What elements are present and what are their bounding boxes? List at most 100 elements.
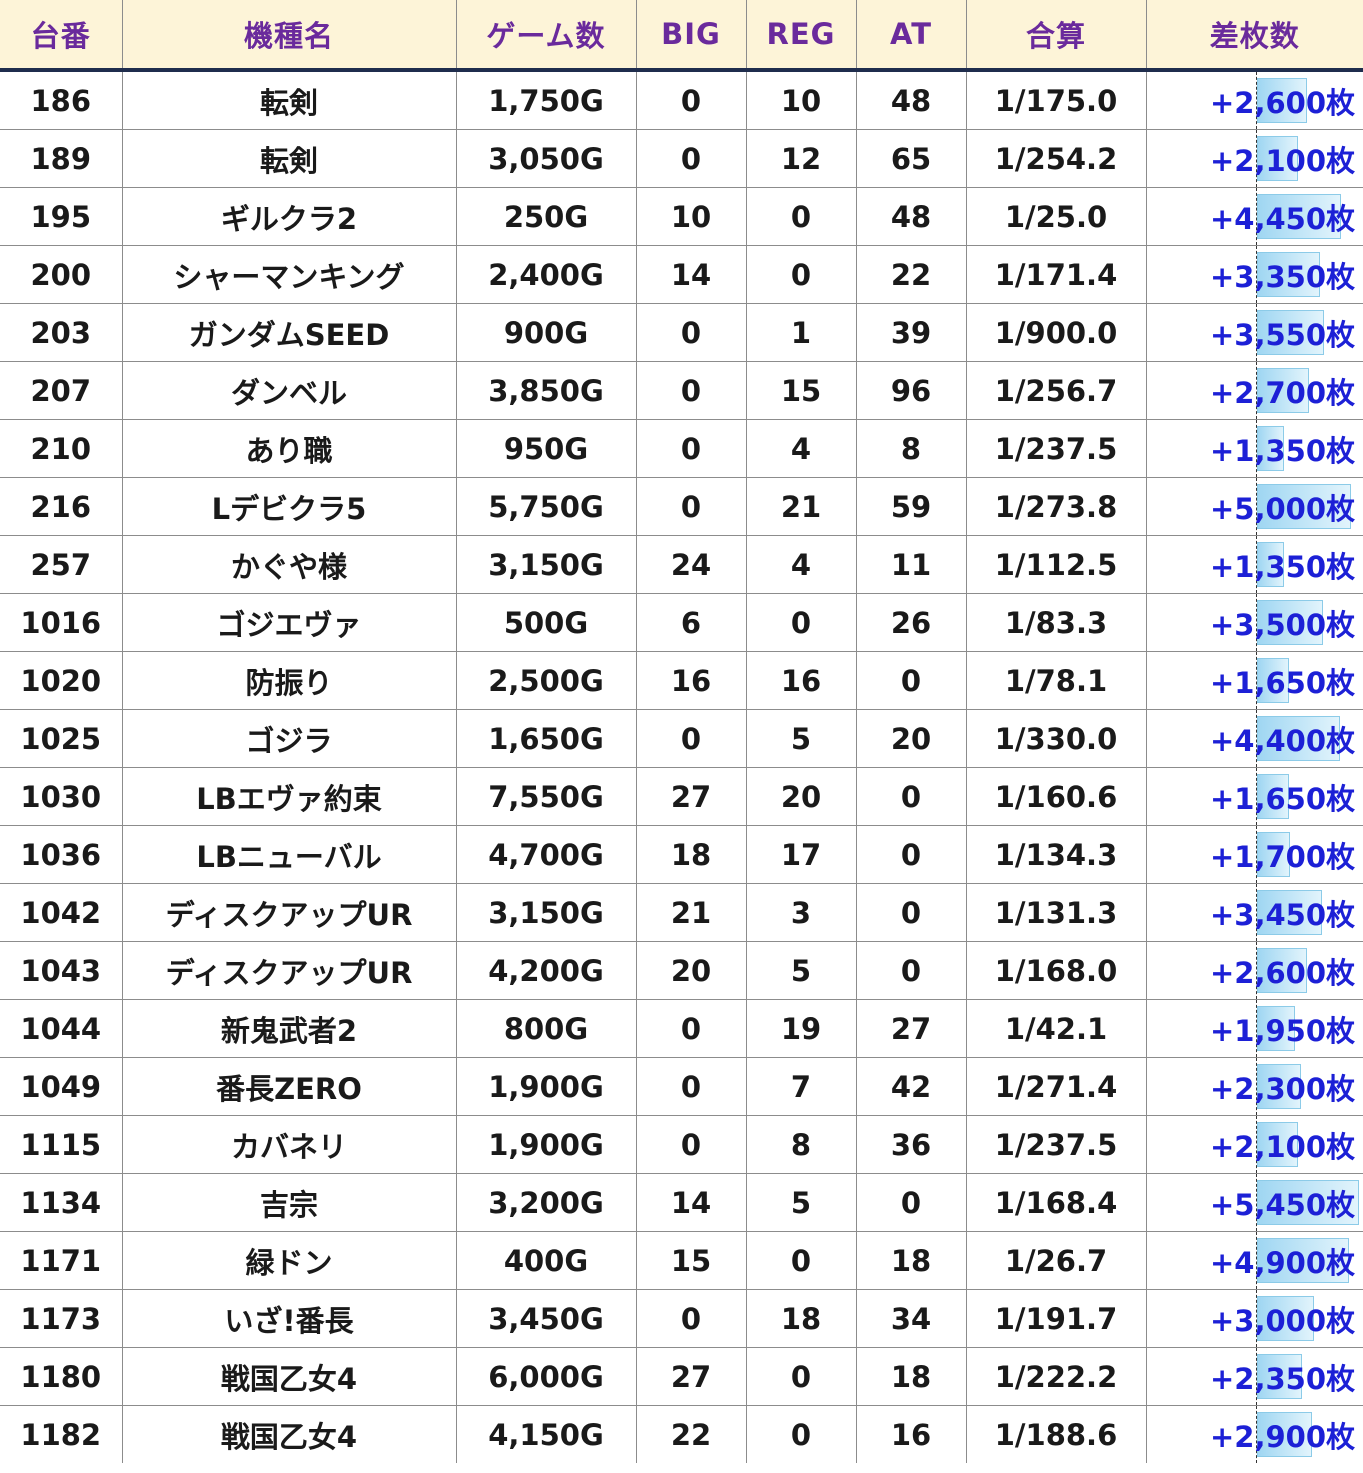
- cell-combined: 1/83.3: [966, 593, 1147, 652]
- cell-at: 8: [856, 419, 967, 478]
- cell-big: 0: [636, 1057, 747, 1116]
- cell-game-count: 3,050G: [456, 129, 637, 188]
- cell-machine-number: 257: [0, 535, 123, 594]
- cell-game-count: 950G: [456, 419, 637, 478]
- cell-big: 20: [636, 941, 747, 1000]
- cell-reg: 4: [746, 535, 857, 594]
- cell-big: 15: [636, 1231, 747, 1290]
- diff-value-text: +1,650枚: [1209, 665, 1355, 700]
- cell-machine-number: 1180: [0, 1347, 123, 1406]
- cell-diff: +1,650枚: [1146, 651, 1363, 710]
- header-machine-name: 機種名: [122, 0, 457, 72]
- cell-at: 39: [856, 303, 967, 362]
- table-row: 1182 戦国乙女4 4,150G 22 0 16 1/188.6 +2,900枚: [0, 1405, 1363, 1463]
- cell-machine-name: ギルクラ2: [122, 187, 457, 246]
- cell-at: 0: [856, 767, 967, 826]
- cell-machine-name: 新鬼武者2: [122, 999, 457, 1058]
- cell-machine-number: 195: [0, 187, 123, 246]
- cell-machine-name: 吉宗: [122, 1173, 457, 1232]
- cell-at: 11: [856, 535, 967, 594]
- cell-big: 27: [636, 1347, 747, 1406]
- cell-at: 0: [856, 941, 967, 1000]
- cell-machine-name: ゴジラ: [122, 709, 457, 768]
- cell-big: 0: [636, 70, 747, 130]
- diff-value-text: +5,000枚: [1209, 491, 1355, 526]
- cell-machine-name: 転剣: [122, 129, 457, 188]
- diff-value-text: +1,350枚: [1209, 549, 1355, 584]
- cell-machine-number: 1173: [0, 1289, 123, 1348]
- cell-big: 14: [636, 245, 747, 304]
- table-row: 1043 ディスクアップUR 4,200G 20 5 0 1/168.0 +2,600枚: [0, 941, 1363, 1000]
- cell-at: 0: [856, 883, 967, 942]
- cell-big: 0: [636, 1289, 747, 1348]
- cell-combined: 1/112.5: [966, 535, 1147, 594]
- cell-reg: 5: [746, 1173, 857, 1232]
- cell-big: 27: [636, 767, 747, 826]
- cell-diff: +3,450枚: [1146, 883, 1363, 942]
- cell-combined: 1/256.7: [966, 361, 1147, 420]
- cell-machine-name: 戦国乙女4: [122, 1347, 457, 1406]
- table-row: 216 Lデビクラ5 5,750G 0 21 59 1/273.8 +5,000枚: [0, 477, 1363, 536]
- cell-combined: 1/222.2: [966, 1347, 1147, 1406]
- cell-game-count: 6,000G: [456, 1347, 637, 1406]
- cell-game-count: 4,200G: [456, 941, 637, 1000]
- cell-at: 48: [856, 70, 967, 130]
- cell-machine-name: LBエヴァ約束: [122, 767, 457, 826]
- cell-diff: +3,500枚: [1146, 593, 1363, 652]
- cell-combined: 1/330.0: [966, 709, 1147, 768]
- cell-combined: 1/254.2: [966, 129, 1147, 188]
- cell-diff: +2,350枚: [1146, 1347, 1363, 1406]
- cell-diff: +1,350枚: [1146, 419, 1363, 478]
- cell-machine-name: シャーマンキング: [122, 245, 457, 304]
- cell-reg: 20: [746, 767, 857, 826]
- table-row: 210 あり職 950G 0 4 8 1/237.5 +1,350枚: [0, 419, 1363, 478]
- diff-value-text: +2,350枚: [1209, 1361, 1355, 1396]
- cell-reg: 21: [746, 477, 857, 536]
- cell-at: 22: [856, 245, 967, 304]
- cell-diff: +4,400枚: [1146, 709, 1363, 768]
- cell-game-count: 3,150G: [456, 883, 637, 942]
- cell-big: 0: [636, 419, 747, 478]
- cell-at: 26: [856, 593, 967, 652]
- cell-machine-number: 1182: [0, 1405, 123, 1463]
- cell-diff: +2,100枚: [1146, 1115, 1363, 1174]
- cell-diff: +1,950枚: [1146, 999, 1363, 1058]
- table-row: 1036 LBニューバル 4,700G 18 17 0 1/134.3 +1,700枚: [0, 825, 1363, 884]
- table-row: 203 ガンダムSEED 900G 0 1 39 1/900.0 +3,550枚: [0, 303, 1363, 362]
- cell-game-count: 800G: [456, 999, 637, 1058]
- cell-diff: +2,600枚: [1146, 941, 1363, 1000]
- cell-machine-number: 1025: [0, 709, 123, 768]
- diff-value-text: +4,450枚: [1209, 201, 1355, 236]
- cell-machine-number: 1044: [0, 999, 123, 1058]
- cell-machine-name: 転剣: [122, 70, 457, 130]
- cell-reg: 1: [746, 303, 857, 362]
- cell-combined: 1/191.7: [966, 1289, 1147, 1348]
- cell-machine-name: ゴジエヴァ: [122, 593, 457, 652]
- cell-machine-number: 1020: [0, 651, 123, 710]
- cell-diff: +4,450枚: [1146, 187, 1363, 246]
- cell-diff: +2,100枚: [1146, 129, 1363, 188]
- diff-value-text: +2,300枚: [1209, 1071, 1355, 1106]
- diff-value-text: +1,350枚: [1209, 433, 1355, 468]
- cell-combined: 1/237.5: [966, 419, 1147, 478]
- cell-at: 20: [856, 709, 967, 768]
- diff-value-text: +2,600枚: [1209, 955, 1355, 990]
- cell-reg: 15: [746, 361, 857, 420]
- cell-reg: 0: [746, 245, 857, 304]
- cell-game-count: 1,750G: [456, 70, 637, 130]
- table-row: 186 転剣 1,750G 0 10 48 1/175.0 +2,600枚: [0, 70, 1363, 130]
- cell-combined: 1/237.5: [966, 1115, 1147, 1174]
- cell-machine-number: 1043: [0, 941, 123, 1000]
- cell-machine-number: 216: [0, 477, 123, 536]
- cell-reg: 7: [746, 1057, 857, 1116]
- table-row: 1042 ディスクアップUR 3,150G 21 3 0 1/131.3 +3,450枚: [0, 883, 1363, 942]
- cell-diff: +5,000枚: [1146, 477, 1363, 536]
- cell-reg: 0: [746, 187, 857, 246]
- cell-reg: 0: [746, 1347, 857, 1406]
- slot-data-table: 台番 機種名 ゲーム数 BIG REG AT 合算 差枚数 186 転剣 1,750…: [0, 0, 1363, 1463]
- cell-combined: 1/134.3: [966, 825, 1147, 884]
- diff-value-text: +2,900枚: [1209, 1419, 1355, 1454]
- cell-reg: 18: [746, 1289, 857, 1348]
- cell-big: 0: [636, 477, 747, 536]
- cell-at: 18: [856, 1347, 967, 1406]
